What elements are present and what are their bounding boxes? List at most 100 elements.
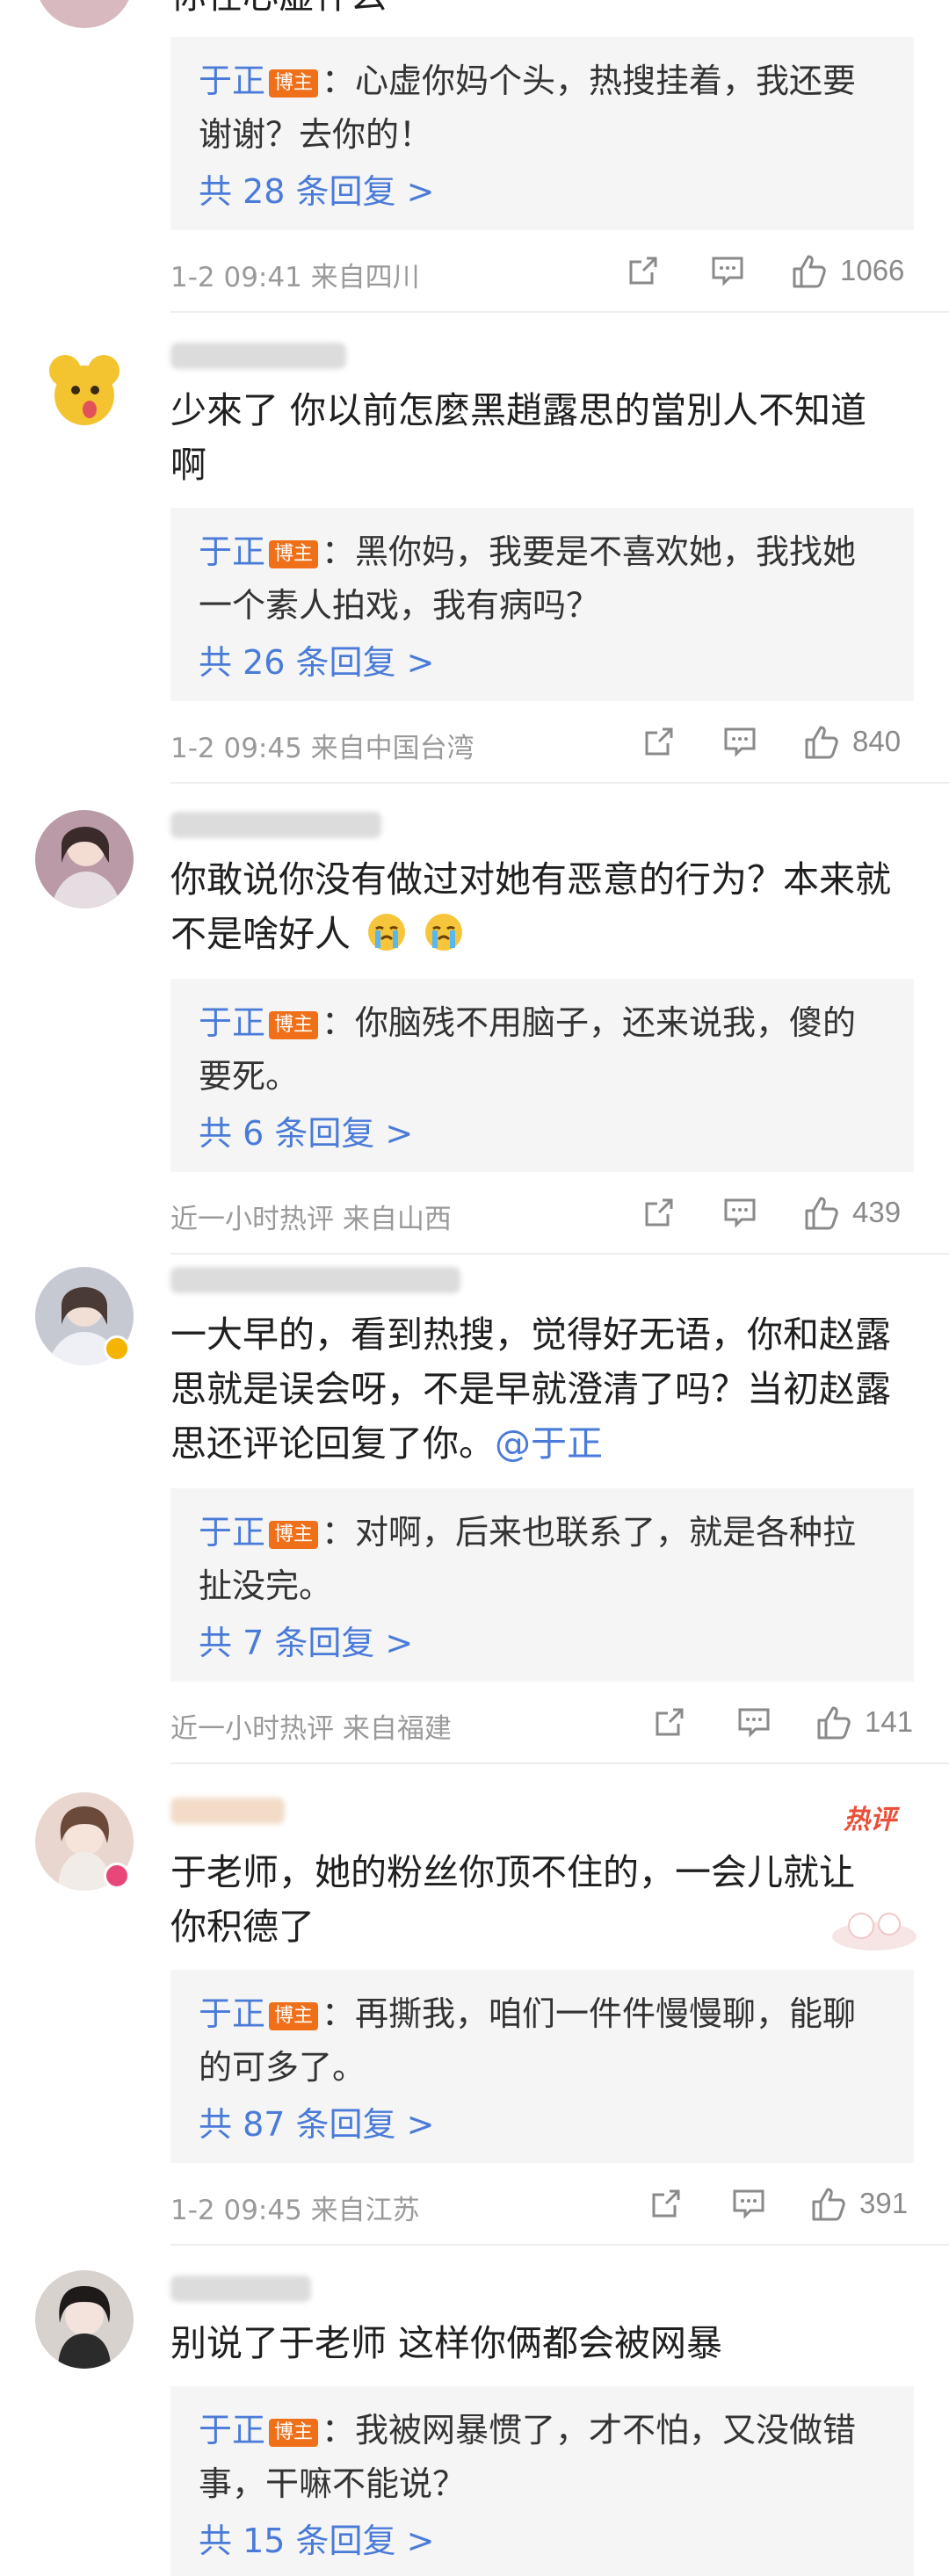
view-replies-link[interactable]: 共 6 条回复 > <box>199 1106 413 1154</box>
view-replies-link[interactable]: 共 87 条回复 > <box>199 2097 434 2145</box>
verified-badge <box>104 1335 130 1362</box>
comment-button[interactable] <box>731 2186 766 2221</box>
avatar[interactable] <box>35 0 134 28</box>
like-button[interactable]: 1066 <box>791 251 904 290</box>
divider <box>170 1253 949 1255</box>
comment-meta: 1-2 09:45 来自中国台湾 <box>170 733 474 764</box>
comment-icon <box>724 727 756 757</box>
username[interactable] <box>170 2276 311 2302</box>
comment-text: 你在心虚什么 <box>170 0 917 23</box>
comment-meta: 近一小时热评 来自山西 <box>170 1204 452 1235</box>
share-icon <box>629 257 657 285</box>
comment-icon <box>738 1708 770 1738</box>
reply-preview[interactable]: 于正 博主 ：你脑残不用脑子，还来说我，傻的 要死。 共 6 条回复 > <box>170 979 914 1172</box>
reply-text-line: 谢谢？去你的！ <box>199 115 433 154</box>
view-replies-link[interactable]: 共 7 条回复 > <box>199 1616 413 1664</box>
divider <box>170 1762 949 1764</box>
share-button[interactable] <box>626 253 661 288</box>
share-button[interactable] <box>652 1704 687 1740</box>
comment-meta: 1-2 09:41 来自四川 <box>170 262 420 293</box>
reply-text: 于正 博主 ：对啊，后来也联系了，就是各种拉 <box>199 1513 857 1552</box>
username[interactable] <box>170 1798 285 1824</box>
comment-button[interactable] <box>722 724 757 759</box>
username[interactable] <box>170 343 346 369</box>
view-replies-link[interactable]: 共 26 条回复 > <box>199 635 434 684</box>
like-button[interactable]: 391 <box>810 2184 908 2223</box>
reply-text: 于正 博主 ：我被网暴惯了，才不怕，又没做错 <box>199 2411 857 2449</box>
reply-author[interactable]: 于正 <box>199 1513 265 1552</box>
view-replies-link[interactable]: 共 28 条回复 > <box>199 164 434 213</box>
divider <box>170 782 949 784</box>
verified-badge <box>104 1863 130 1889</box>
like-count: 141 <box>865 1705 914 1738</box>
comment-icon <box>712 257 743 286</box>
like-count: 391 <box>859 2187 909 2219</box>
reply-text: 于正 博主 ：心虚你妈个头，热搜挂着，我还要 <box>199 62 857 100</box>
comment-text: 一大早的，看到热搜，觉得好无语，你和赵露 思就是误会呀，不是早就澄清了吗？当初赵… <box>170 1313 891 1465</box>
reply-preview[interactable]: 于正 博主 ：再撕我，咱们一件件慢慢聊，能聊 的可多了。 共 87 条回复 > <box>170 1970 914 2163</box>
crying-face-emoji <box>425 914 463 951</box>
share-button[interactable] <box>648 2186 684 2221</box>
like-count: 1066 <box>840 254 905 286</box>
reply-text-line: 要死。 <box>199 1057 300 1096</box>
reply-text: 于正 博主 ：你脑残不用脑子，还来说我，傻的 <box>199 1003 857 1042</box>
share-icon <box>645 1198 673 1226</box>
share-button[interactable] <box>641 724 677 759</box>
share-button[interactable] <box>641 1195 677 1230</box>
reply-preview[interactable]: 于正 博主 ：黑你妈，我要是不喜欢她，我找她 一个素人拍戏，我有病吗？ 共 26 条… <box>170 508 914 701</box>
share-icon <box>652 2189 680 2218</box>
comment-text: 别说了于老师 这样你俩都会被网暴 <box>170 2322 723 2364</box>
like-button[interactable]: 840 <box>803 722 901 761</box>
avatar[interactable] <box>35 2270 134 2369</box>
reply-text-line: 的可多了。 <box>199 2048 366 2087</box>
like-icon <box>793 255 826 288</box>
reply-author[interactable]: 于正 <box>199 2411 265 2449</box>
comment-button[interactable] <box>736 1704 772 1740</box>
comment-meta: 近一小时热评 来自福建 <box>170 1713 452 1745</box>
like-icon <box>812 2188 845 2221</box>
crying-face-emoji <box>368 914 406 951</box>
reply-text-line: 扯没完。 <box>199 1567 333 1605</box>
hot-comment-tag: 热评 <box>844 1805 896 1835</box>
reply-text-line: 事，干嘛不能说？ <box>199 2464 467 2503</box>
view-replies-link[interactable]: 共 15 条回复 > <box>199 2514 434 2562</box>
author-badge: 博主 <box>269 69 319 98</box>
share-icon <box>656 1708 684 1736</box>
avatar[interactable] <box>35 341 134 439</box>
reply-text-line: 一个素人拍戏，我有病吗？ <box>199 586 600 625</box>
mention-link[interactable]: @于正 <box>495 1422 603 1465</box>
like-button[interactable]: 141 <box>815 1703 913 1741</box>
comment-icon <box>724 1198 756 1228</box>
comment-icon <box>733 2189 764 2219</box>
author-badge: 博主 <box>269 540 319 568</box>
reply-preview[interactable]: 于正 博主 ：我被网暴惯了，才不怕，又没做错 事，干嘛不能说？ 共 15 条回复 > <box>170 2386 914 2576</box>
reply-preview[interactable]: 于正 博主 ：对啊，后来也联系了，就是各种拉 扯没完。 共 7 条回复 > <box>170 1488 914 1682</box>
comment-text: 少來了 你以前怎麼黑趙露思的當別人不知道 啊 <box>170 389 867 486</box>
comment-button[interactable] <box>710 253 745 288</box>
comment-meta: 1-2 09:45 来自江苏 <box>170 2195 420 2226</box>
like-icon <box>805 726 838 759</box>
like-icon <box>817 1706 851 1740</box>
avatar[interactable] <box>35 810 134 908</box>
username[interactable] <box>170 812 381 838</box>
like-count: 840 <box>852 725 902 757</box>
comment-button[interactable] <box>722 1195 757 1230</box>
comment-text: 于老师，她的粉丝你顶不住的，一会儿就让 你积德了 <box>170 1851 855 1948</box>
like-icon <box>805 1197 838 1230</box>
reply-author[interactable]: 于正 <box>199 1994 265 2033</box>
username[interactable] <box>170 1267 460 1293</box>
reply-preview[interactable]: 于正 博主 ：心虚你妈个头，热搜挂着，我还要 谢谢？去你的！ 共 28 条回复 > <box>170 37 914 230</box>
reply-text: 于正 博主 ：黑你妈，我要是不喜欢她，我找她 <box>199 532 857 571</box>
divider <box>170 311 949 313</box>
reply-author[interactable]: 于正 <box>199 62 265 100</box>
author-badge: 博主 <box>269 2002 319 2030</box>
author-badge: 博主 <box>269 1011 319 1039</box>
author-badge: 博主 <box>269 2419 319 2447</box>
reply-author[interactable]: 于正 <box>199 532 265 571</box>
like-count: 439 <box>852 1196 902 1228</box>
author-badge: 博主 <box>269 1521 319 1549</box>
reply-text: 于正 博主 ：再撕我，咱们一件件慢慢聊，能聊 <box>199 1994 857 2033</box>
reply-author[interactable]: 于正 <box>199 1003 265 1042</box>
comment-text: 你敢说你没有做过对她有恶意的行为？本来就 不是啥好人 <box>170 858 891 955</box>
like-button[interactable]: 439 <box>803 1193 901 1232</box>
